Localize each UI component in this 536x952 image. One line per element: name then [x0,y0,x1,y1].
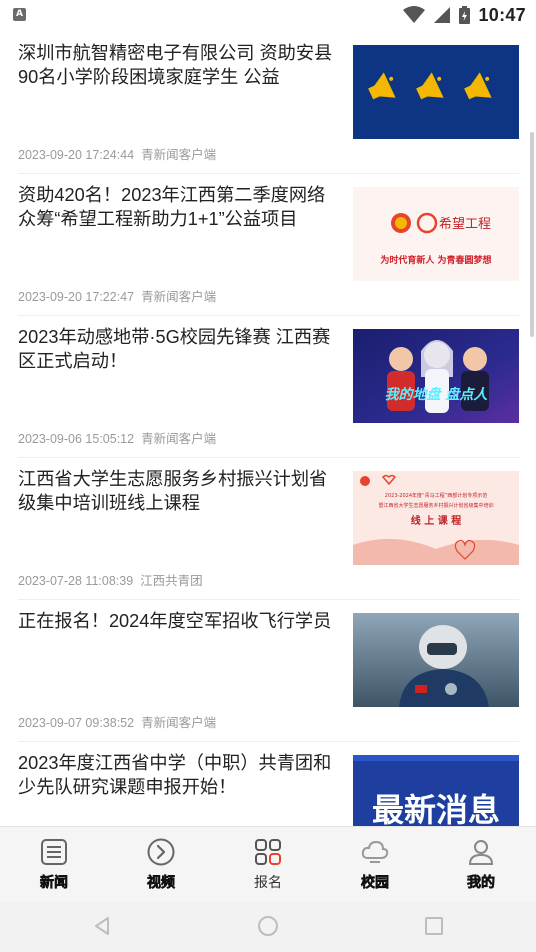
news-title[interactable]: 江西省大学生志愿服务乡村振兴计划省级集中培训班线上课程 [18,467,340,515]
tab-campus[interactable]: 校园 [340,835,410,897]
news-item[interactable]: 江西省大学生志愿服务乡村振兴计划省级集中培训班线上课程 2023-07-28 1… [18,458,519,600]
play-icon [147,838,175,866]
news-item[interactable]: 2023年度江西省中学（中职）共青团和少先队研究课题申报开始！ 最新消息 [18,742,519,826]
tab-campus-label: 校园 [361,875,390,892]
app-notification-icon: A [13,8,26,21]
tab-signup[interactable]: 报名 [233,835,303,897]
news-thumbnail-latest-news[interactable]: 最新消息 [353,755,519,826]
news-date: 2023-07-28 11:08:39 [18,574,134,588]
status-indicators: 10:47 [403,4,526,26]
wifi-icon [403,6,426,23]
back-icon[interactable] [90,914,114,938]
tab-signup-label: 报名 [254,875,282,891]
news-item[interactable]: 正在报名！2024年度空军招收飞行学员 2023-09-07 09:38:52 青… [18,600,519,742]
news-thumbnail-training[interactable]: 2023-2024年度“青马工程”西部计划专项示范 暨江西省大学生志愿服务乡村振… [353,471,519,565]
news-meta: 2023-07-28 11:08:39 江西共青团 [18,570,203,589]
news-title[interactable]: 资助420名！2023年江西第二季度网络众筹“希望工程新助力1+1”公益项目 [18,183,340,231]
bottom-navigation: 新闻 视频 报名 校园 我的 [0,826,536,902]
hope-project-logo-text: 希望工程 [439,216,491,232]
news-date: 2023-09-06 15:05:12 [18,432,135,446]
system-navigation-bar [0,902,536,952]
news-title[interactable]: 深圳市航智精密电子有限公司 资助安县90名小学阶段困境家庭学生 公益 [18,41,340,89]
news-item[interactable]: 资助420名！2023年江西第二季度网络众筹“希望工程新助力1+1”公益项目 2… [18,174,519,316]
status-bar: A 10:47 [0,0,536,32]
training-text-3: 线 上 课 程 [411,514,461,527]
news-source: 青新闻客户端 [141,716,217,730]
home-icon[interactable] [256,914,280,938]
status-time: 10:47 [478,4,526,25]
latest-news-text: 最新消息 [372,791,500,826]
news-thumbnail-pilot[interactable] [353,613,519,707]
tab-news[interactable]: 新闻 [19,835,89,897]
news-source: 江西共青团 [140,574,203,588]
news-meta: 2023-09-20 17:24:44 青新闻客户端 [18,144,216,163]
news-list[interactable]: 深圳市航智精密电子有限公司 资助安县90名小学阶段困境家庭学生 公益 2023-… [0,32,536,826]
news-source: 青新闻客户端 [141,148,217,162]
signal-icon [434,7,451,23]
battery-icon [459,6,471,24]
grid-icon [255,839,281,865]
news-date: 2023-09-20 17:22:47 [18,290,135,304]
tab-mine-label: 我的 [467,875,496,892]
news-title[interactable]: 正在报名！2024年度空军招收飞行学员 [18,609,340,633]
news-source: 青新闻客户端 [141,290,217,304]
scrollbar[interactable] [530,132,534,337]
esports-slogan: 我的地盘 盘点人 [385,386,489,403]
training-text-1: 2023-2024年度“青马工程”西部计划专项示范 [385,492,487,499]
news-thumbnail-esports[interactable]: 我的地盘 盘点人 [353,329,519,423]
news-item[interactable]: 2023年动感地带·5G校园先锋赛 江西赛区正式启动！ 2023-09-06 1… [18,316,519,458]
news-date: 2023-09-07 09:38:52 [18,716,135,730]
news-title[interactable]: 2023年度江西省中学（中职）共青团和少先队研究课题申报开始！ [18,751,340,799]
news-thumbnail-hope-project[interactable]: 希望工程 为时代育新人 为青春圆梦想 [353,187,519,281]
news-item[interactable]: 深圳市航智精密电子有限公司 资助安县90名小学阶段困境家庭学生 公益 2023-… [18,32,519,174]
training-text-2: 暨江西省大学生志愿服务乡村振兴计划省级集中培训 [378,502,493,509]
tab-mine[interactable]: 我的 [446,835,516,897]
hope-project-slogan: 为时代育新人 为青春圆梦想 [380,254,491,266]
tab-video-label: 视频 [147,875,176,892]
news-thumbnail-megaphones[interactable] [353,45,519,139]
news-source: 青新闻客户端 [141,432,217,446]
news-icon [41,839,67,865]
news-meta: 2023-09-07 09:38:52 青新闻客户端 [18,712,216,731]
cloud-icon [361,840,389,863]
tab-news-label: 新闻 [40,875,69,892]
user-icon [468,840,494,865]
news-title[interactable]: 2023年动感地带·5G校园先锋赛 江西赛区正式启动！ [18,325,340,373]
recents-icon[interactable] [422,914,446,938]
news-meta: 2023-09-20 17:22:47 青新闻客户端 [18,286,216,305]
tab-video[interactable]: 视频 [126,835,196,897]
news-date: 2023-09-20 17:24:44 [18,148,135,162]
news-meta: 2023-09-06 15:05:12 青新闻客户端 [18,428,216,447]
